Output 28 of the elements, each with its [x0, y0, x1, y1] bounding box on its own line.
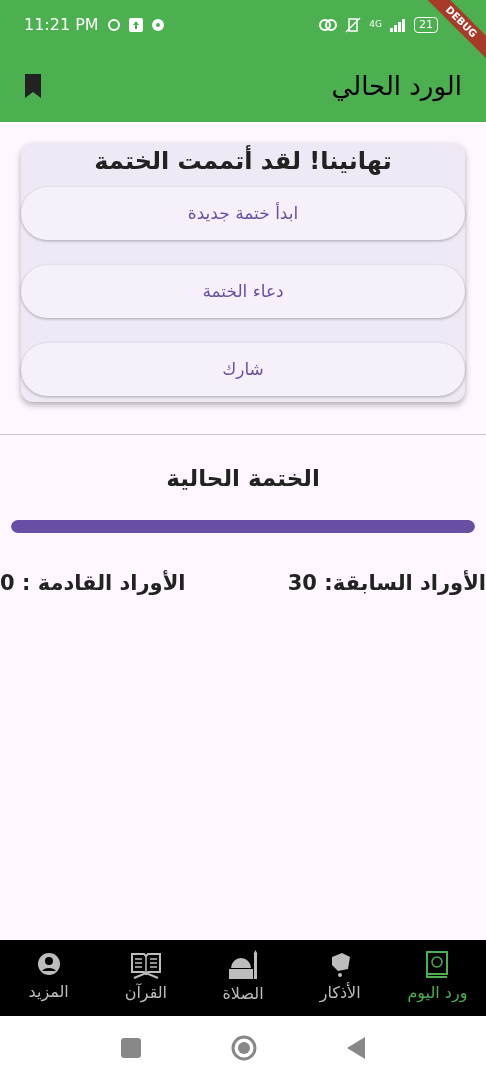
signal-icon	[390, 18, 406, 32]
home-icon[interactable]	[231, 1035, 257, 1061]
nav-item[interactable]: القرآن	[105, 951, 186, 1005]
card-title: تهانينا! لقد أتممت الختمة	[93, 144, 393, 177]
muted-vibrate-icon	[345, 17, 362, 33]
bookmark-icon[interactable]	[24, 73, 42, 99]
previous-count: الأوراد السابقة: 30	[287, 569, 486, 597]
nav-item[interactable]: ورد اليوم	[397, 951, 478, 1005]
nav-item[interactable]: الأذكار	[300, 951, 381, 1005]
card-button[interactable]: ابدأ ختمة جديدة	[21, 187, 465, 240]
status-time: 11:21 PM	[24, 14, 99, 36]
page-title: الورد الحالي	[331, 69, 462, 104]
open-book-icon	[129, 951, 162, 979]
nav-item[interactable]: المزيد	[8, 952, 89, 1004]
card-button[interactable]: شارك	[21, 343, 465, 396]
link-icon	[319, 18, 338, 32]
battery-indicator: 21	[414, 17, 438, 33]
upcoming-count: الأوراد القادمة : 0	[0, 569, 186, 597]
nav-item[interactable]: الصلاة	[203, 950, 284, 1006]
upload-icon	[128, 18, 143, 32]
back-icon[interactable]	[347, 1037, 365, 1059]
mosque-icon	[227, 950, 260, 980]
section-title: الختمة الحالية	[165, 464, 321, 493]
profile-icon	[36, 952, 61, 978]
settings-icon	[150, 18, 165, 32]
book-icon	[425, 951, 450, 979]
card-button[interactable]: دعاء الختمة	[21, 265, 465, 318]
network-type: 4G	[369, 18, 382, 32]
